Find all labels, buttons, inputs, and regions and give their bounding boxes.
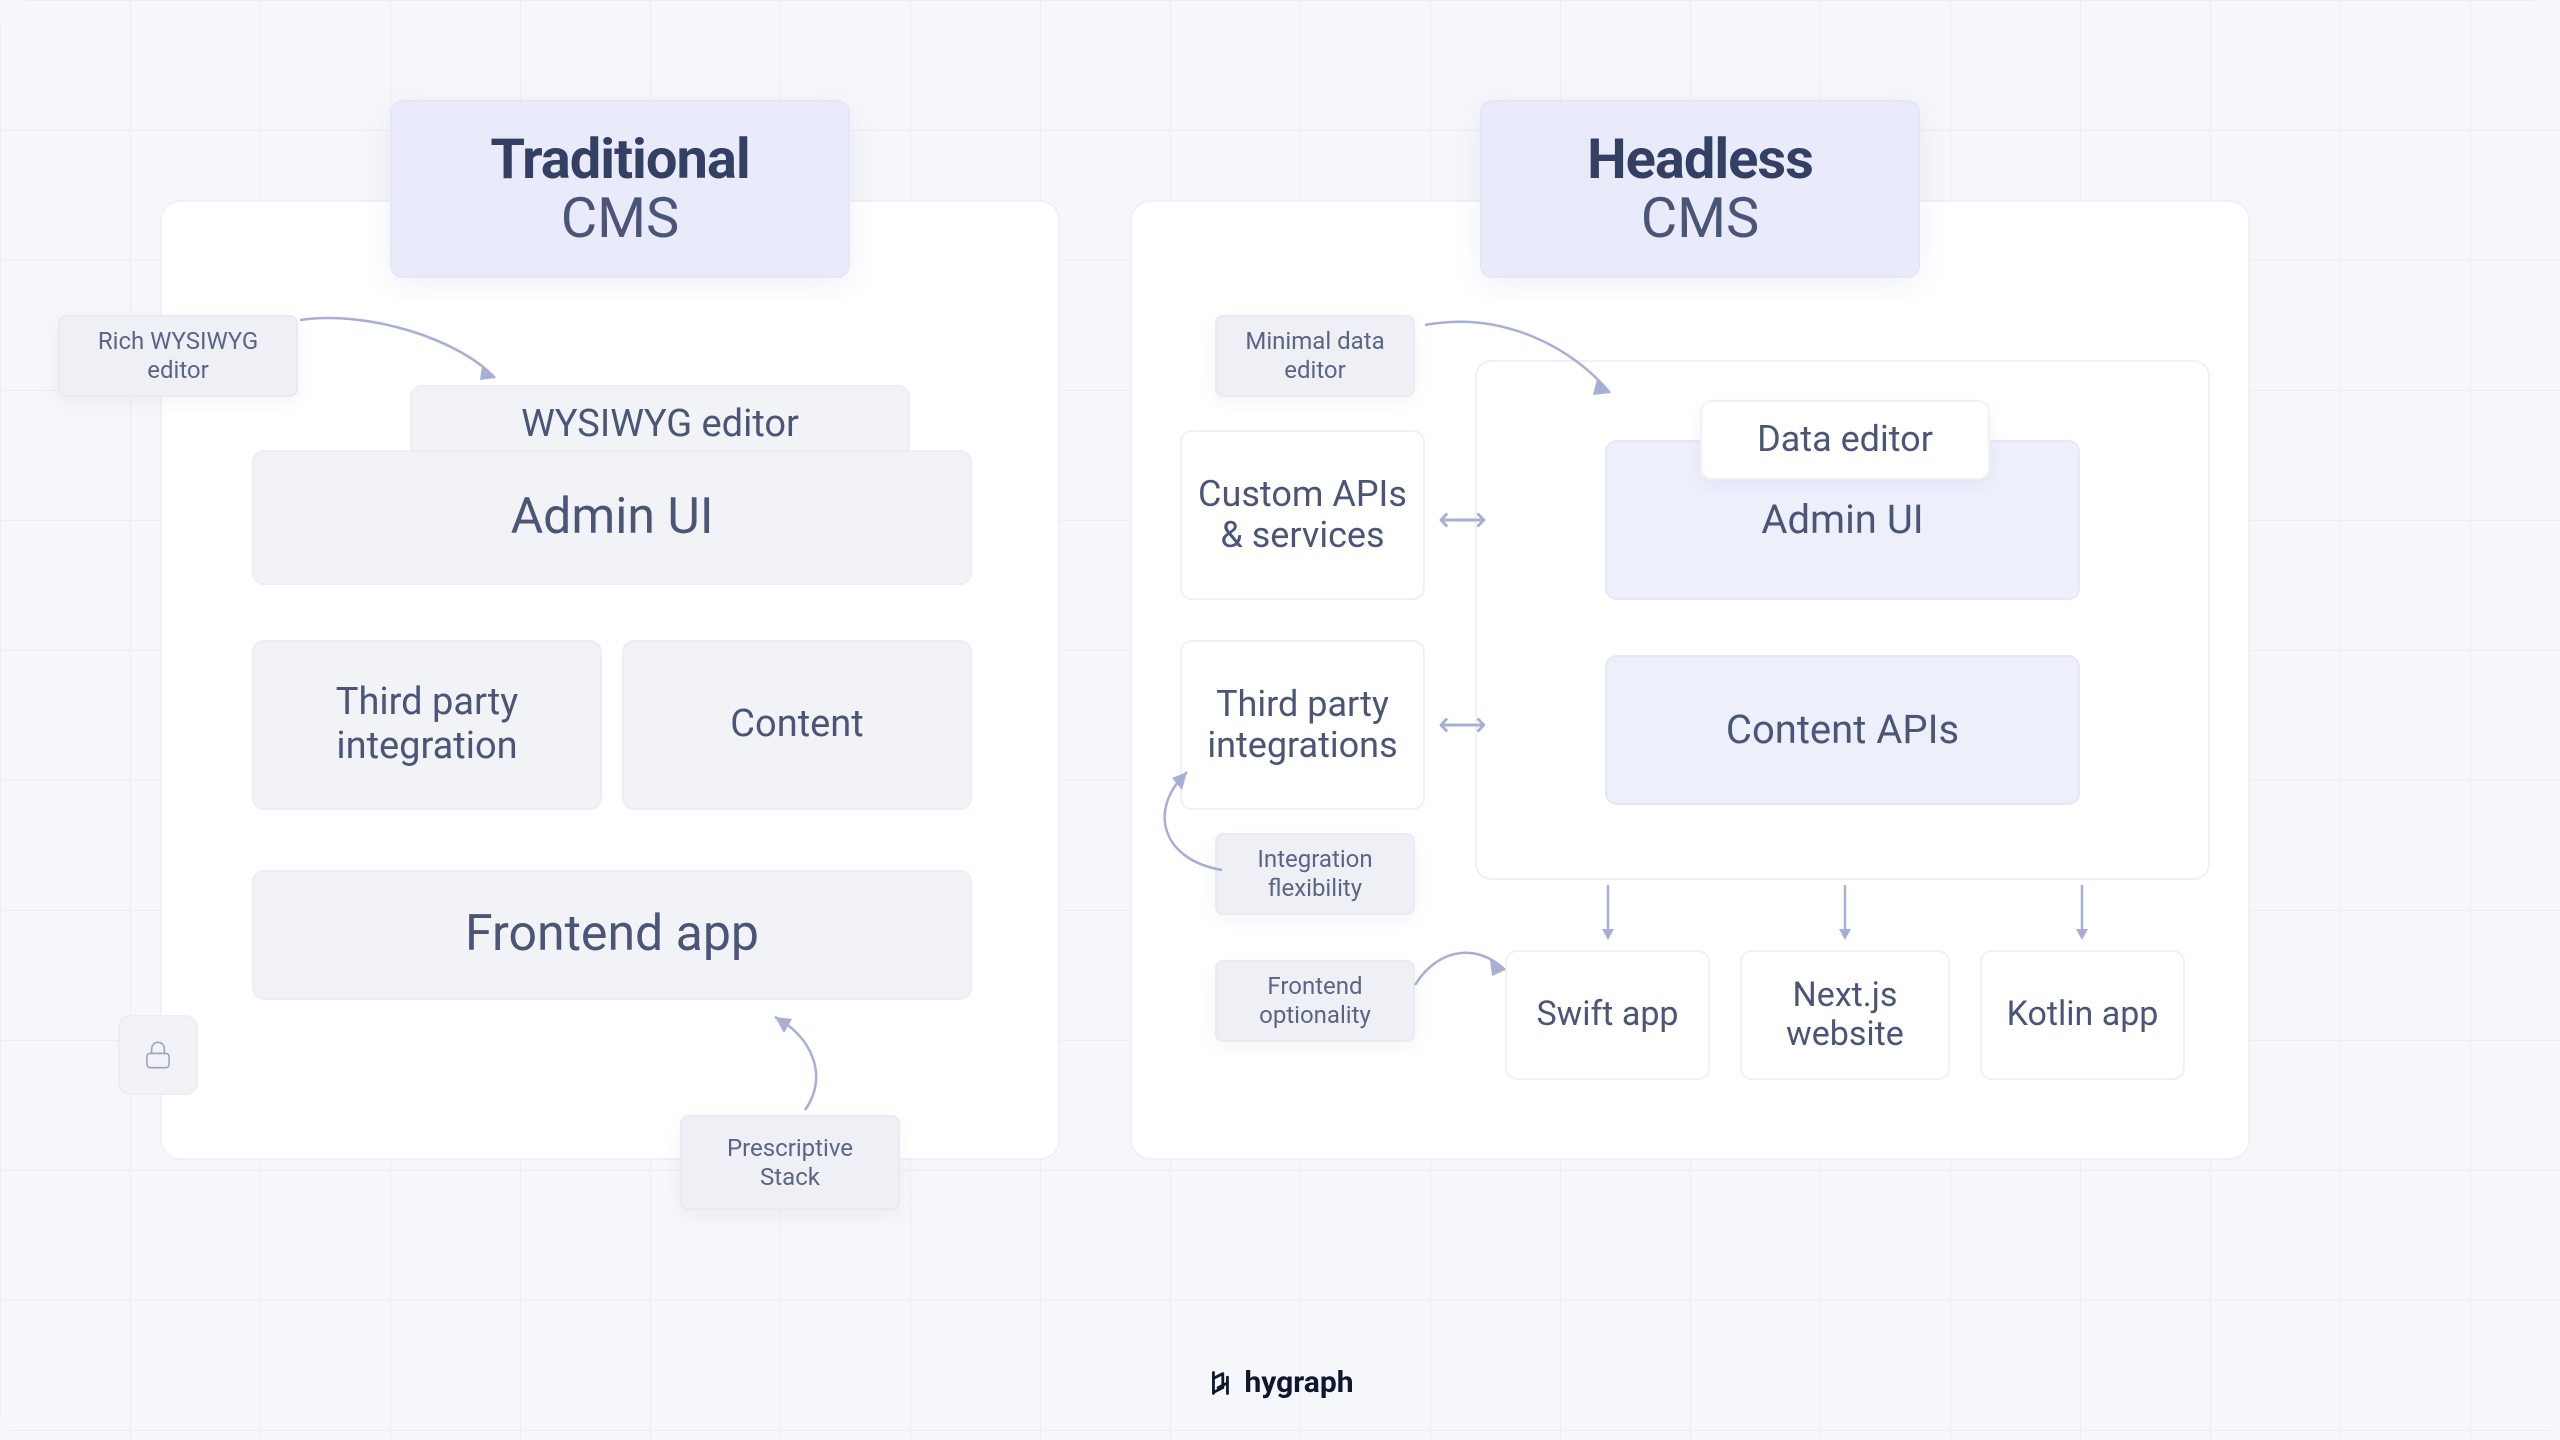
hygraph-logo-text: hygraph — [1244, 1365, 1353, 1400]
swift-app-block: Swift app — [1505, 950, 1710, 1080]
arrow-flex-to-thirdparty — [1132, 760, 1242, 880]
minimal-data-editor-tag: Minimal data editor — [1215, 315, 1415, 397]
arrow-rich-to-wysiwyg — [290, 300, 520, 410]
double-arrow-icon: ⟷ — [1438, 500, 1485, 540]
content-block: Content — [622, 640, 972, 810]
arrow-down-icon — [1598, 885, 1618, 945]
hygraph-logo-icon — [1206, 1369, 1234, 1397]
arrow-frontend-to-apps — [1400, 930, 1520, 1010]
hygraph-logo: hygraph — [1206, 1365, 1353, 1400]
headless-title-bold: Headless — [1542, 130, 1858, 189]
traditional-title-bold: Traditional — [452, 130, 788, 189]
prescriptive-stack-tag: Prescriptive Stack — [680, 1115, 900, 1210]
nextjs-website-block: Next.js website — [1740, 950, 1950, 1080]
arrow-down-icon — [2072, 885, 2092, 945]
lock-icon — [118, 1015, 198, 1095]
arrow-down-icon — [1835, 885, 1855, 945]
headless-title-light: CMS — [1542, 189, 1858, 248]
content-apis-block: Content APIs — [1605, 655, 2080, 805]
traditional-title-light: CMS — [452, 189, 788, 248]
admin-ui-block: Admin UI — [252, 450, 972, 585]
third-party-block: Third party integration — [252, 640, 602, 810]
arrow-stack-to-frontend — [720, 1005, 840, 1120]
rich-wysiwyg-tag: Rich WYSIWYG editor — [58, 315, 298, 397]
arrow-minimal-to-dataeditor — [1415, 305, 1635, 415]
traditional-title: Traditional CMS — [390, 100, 850, 278]
headless-title: Headless CMS — [1480, 100, 1920, 278]
double-arrow-icon: ⟷ — [1438, 705, 1485, 745]
frontend-app-block: Frontend app — [252, 870, 972, 1000]
kotlin-app-block: Kotlin app — [1980, 950, 2185, 1080]
frontend-optionality-tag: Frontend optionality — [1215, 960, 1415, 1042]
diagram-canvas: Traditional CMS WYSIWYG editor Admin UI … — [0, 0, 2560, 1440]
custom-apis-block: Custom APIs & services — [1180, 430, 1425, 600]
data-editor-block: Data editor — [1700, 400, 1990, 480]
integration-flexibility-tag: Integration flexibility — [1215, 833, 1415, 915]
